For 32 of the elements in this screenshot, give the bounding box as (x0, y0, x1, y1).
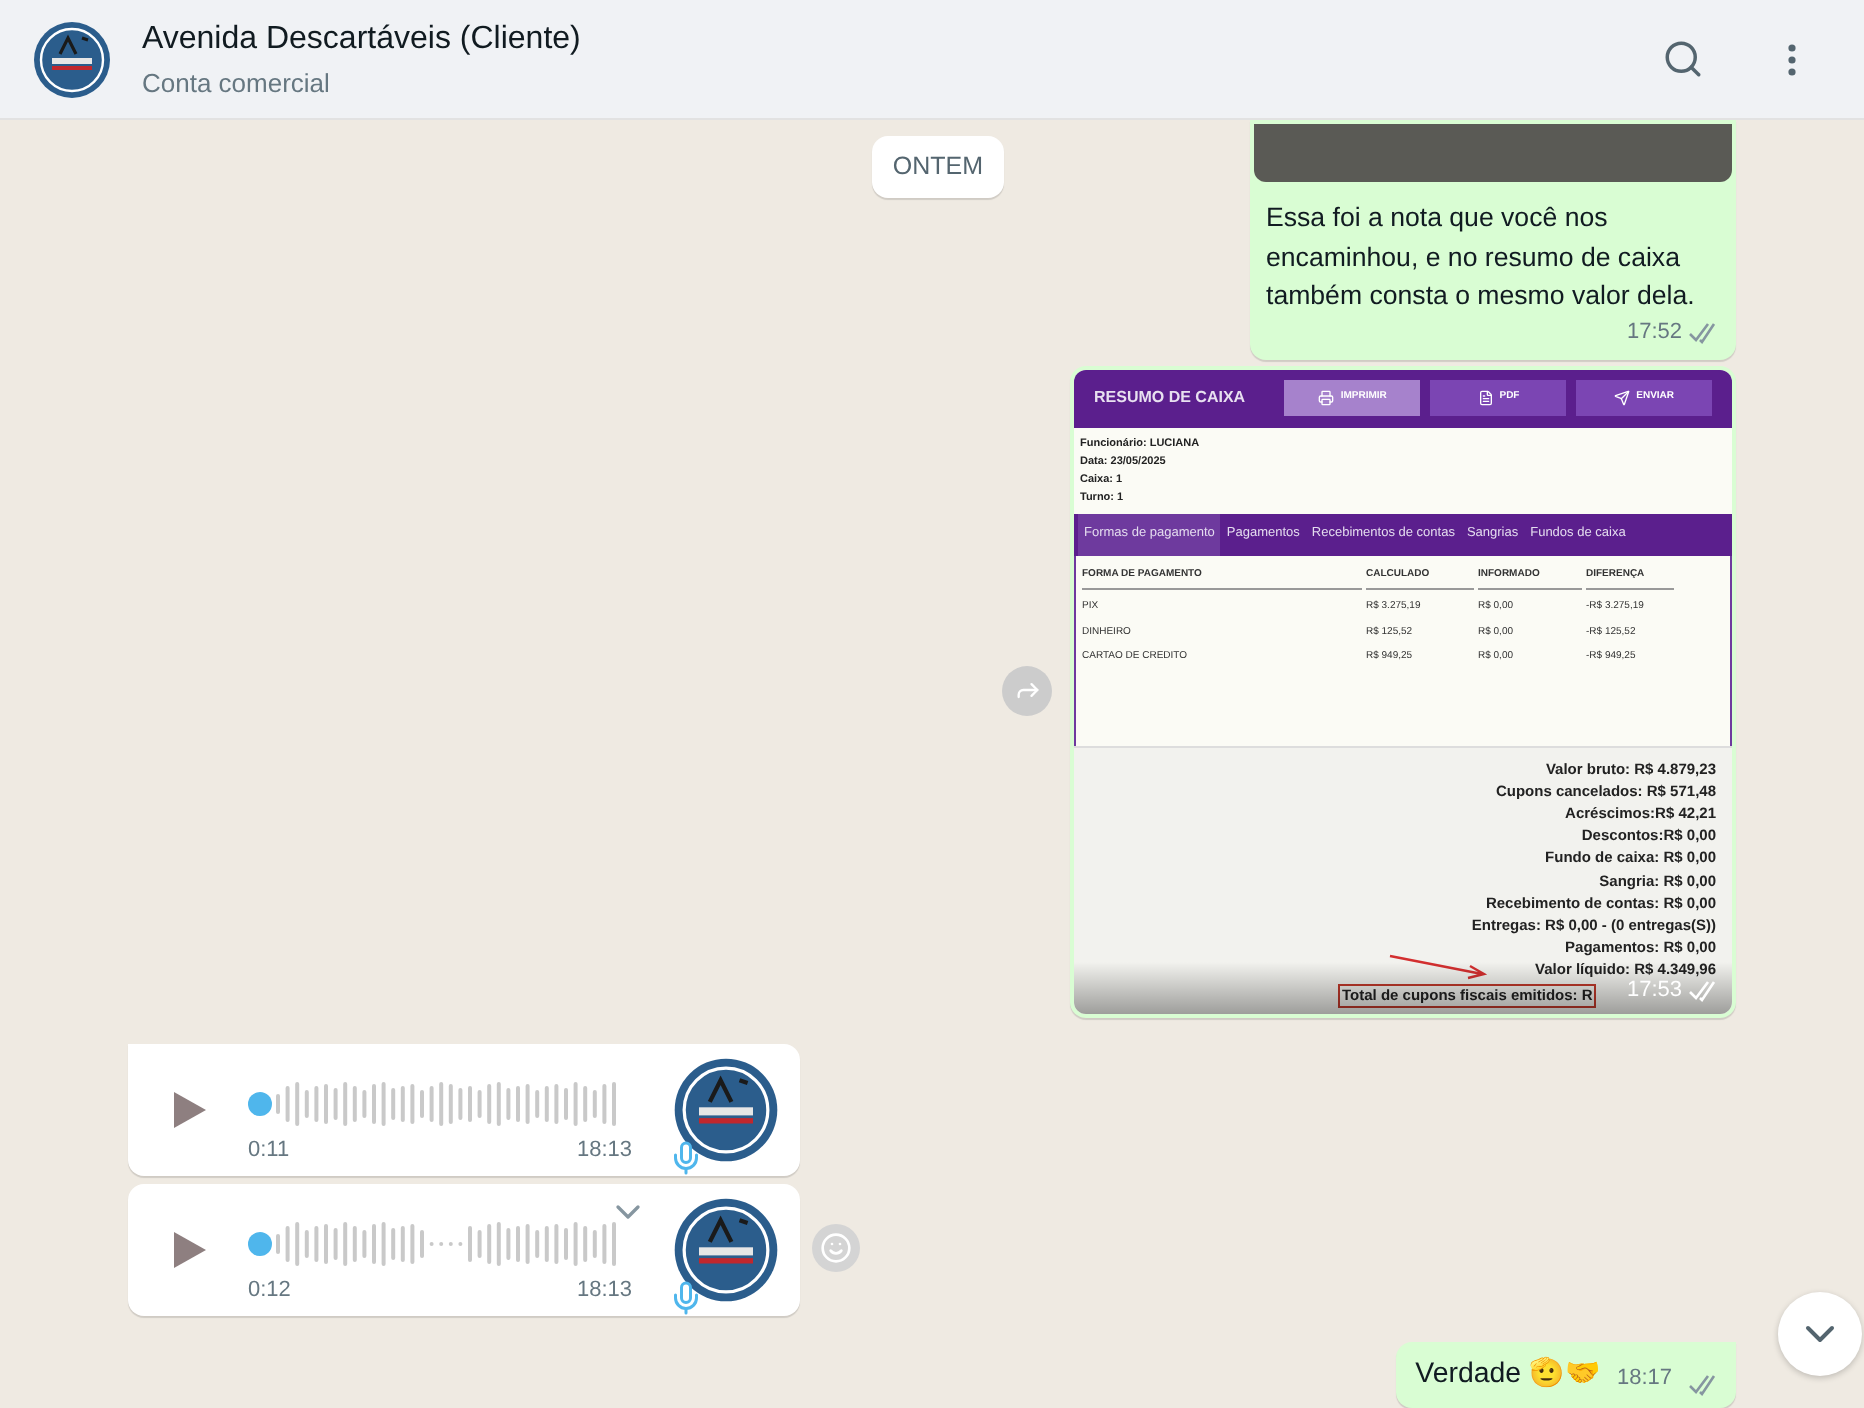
message-text: Essa foi a nota que você nos encaminhou, e no resumo de caixa também consta o mesmo valor dela. (1264, 200, 1697, 314)
microphone-icon (668, 1139, 704, 1176)
emoji-reaction-button[interactable] (812, 1223, 860, 1272)
microphone-icon (668, 1279, 704, 1316)
voice-duration: 0:12 (248, 1276, 291, 1307)
search-icon (1661, 38, 1703, 80)
contact-name[interactable]: Avenida Descartáveis (Cliente) (142, 15, 1612, 64)
screenshot-title: RESUMO DE CAIXA (1094, 386, 1248, 410)
message-time: 17:52 (1626, 318, 1682, 349)
message-time: 17:53 (1626, 977, 1682, 1007)
message-time: 18:13 (576, 1136, 632, 1167)
message-text: Verdade 🫡🤝 (1415, 1355, 1601, 1394)
file-icon (1477, 390, 1494, 406)
play-icon (172, 1089, 208, 1130)
logo-drawing (672, 1055, 780, 1164)
logo-drawing (672, 1195, 780, 1304)
forward-button[interactable] (1002, 665, 1052, 715)
scroll-down-button[interactable] (1778, 1292, 1862, 1376)
playback-handle[interactable] (248, 1232, 272, 1257)
contact-subtitle: Conta comercial (142, 65, 332, 102)
message-time: 18:17 (1616, 1364, 1672, 1395)
playback-handle[interactable] (248, 1092, 272, 1117)
menu-icon (1788, 43, 1796, 75)
date-chip: ONTEM (872, 136, 1004, 198)
smile-icon (820, 1231, 852, 1264)
send-icon (1614, 390, 1631, 406)
logo-drawing (32, 19, 112, 99)
voice-duration: 0:11 (248, 1136, 290, 1167)
printer-icon (1318, 390, 1335, 406)
pointer-arrow (1388, 953, 1492, 981)
play-icon (172, 1229, 208, 1270)
message-time: 18:13 (576, 1276, 632, 1307)
